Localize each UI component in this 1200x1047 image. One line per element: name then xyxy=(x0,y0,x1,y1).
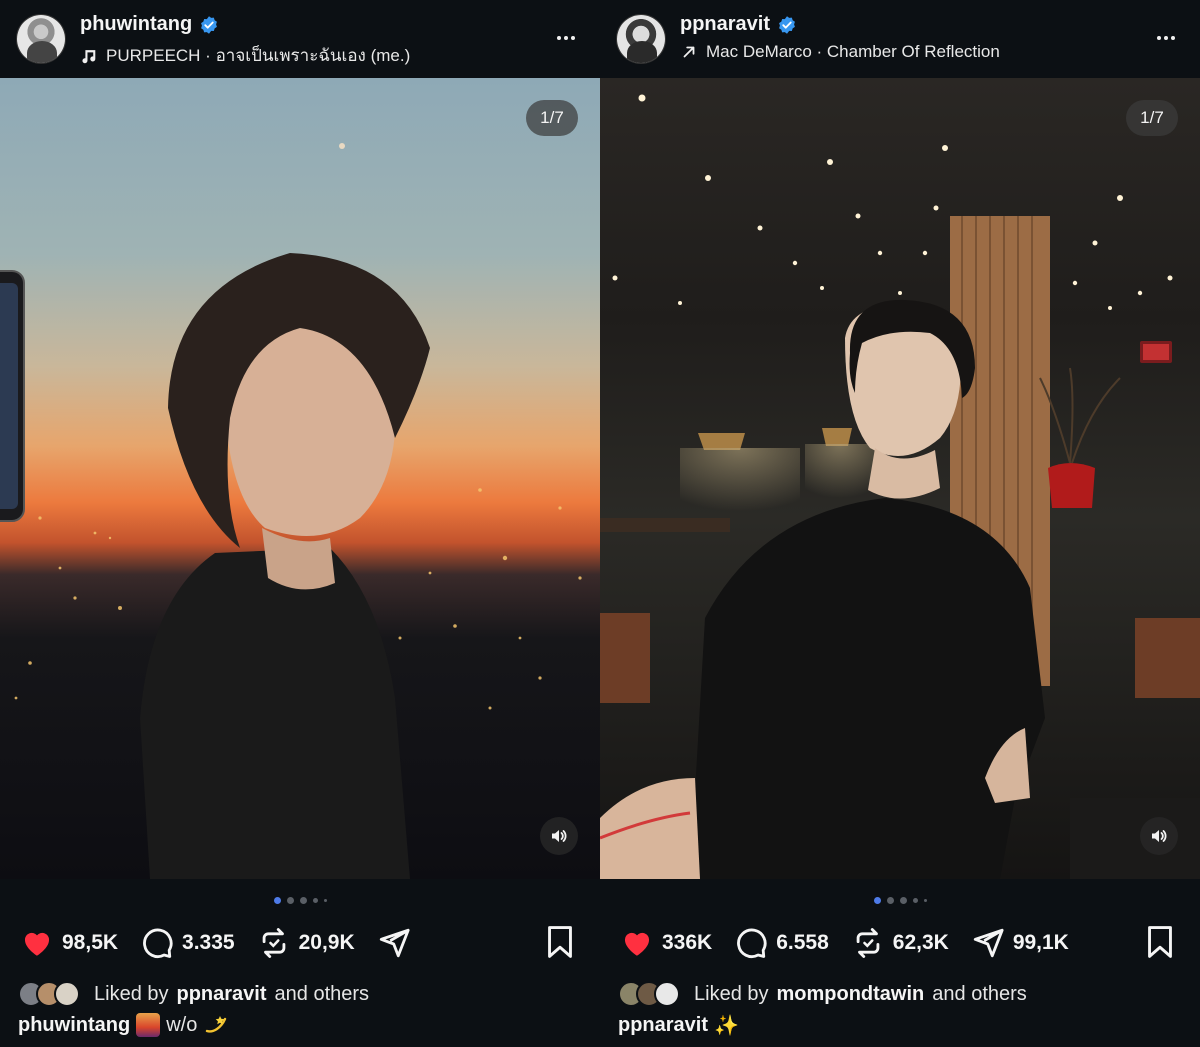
verified-badge-icon xyxy=(779,15,795,34)
like-button[interactable]: 336K xyxy=(620,926,712,960)
carousel-counter: 1/7 xyxy=(526,100,578,136)
post-phuwintang: phuwintang PURPEECH · อาจเป็นเพราะฉันเอง… xyxy=(0,0,600,1047)
like-count[interactable]: 98,5K xyxy=(62,931,118,955)
arrow-up-right-icon xyxy=(683,46,695,58)
carousel-dot xyxy=(299,897,307,904)
bookmark-icon[interactable] xyxy=(544,925,576,959)
like-button[interactable]: 98,5K xyxy=(20,926,118,960)
carousel-indicator xyxy=(600,897,1200,904)
repost-count[interactable]: 62,3K xyxy=(893,931,949,955)
audio-track[interactable]: PURPEECH · อาจเป็นเพราะฉันเอง (me.) xyxy=(80,42,410,69)
comment-button[interactable]: 6.558 xyxy=(734,926,829,960)
carousel-dot xyxy=(323,899,327,902)
repost-icon xyxy=(856,928,880,958)
liked-by[interactable]: Liked by ppnaravit and others xyxy=(18,981,369,1007)
send-icon xyxy=(379,928,410,958)
photo-sunset-portrait xyxy=(0,78,600,879)
audio-track[interactable]: Mac DeMarco · Chamber Of Reflection xyxy=(680,42,1000,62)
audio-toggle-button[interactable] xyxy=(540,817,578,855)
share-button[interactable] xyxy=(377,926,419,960)
username[interactable]: phuwintang xyxy=(80,13,192,36)
repost-count[interactable]: 20,9K xyxy=(299,931,355,955)
liker-avatars xyxy=(18,981,86,1007)
caption: ppnaravit ✨ xyxy=(618,1013,739,1038)
heart-filled-icon xyxy=(24,932,50,956)
liked-by-suffix[interactable]: and others xyxy=(275,983,370,1006)
avatar[interactable] xyxy=(616,14,666,64)
liked-by-prefix: Liked by xyxy=(694,982,769,1005)
carousel-counter: 1/7 xyxy=(1126,100,1178,136)
share-count[interactable]: 99,1K xyxy=(1013,931,1069,955)
liked-by-suffix[interactable]: and others xyxy=(932,983,1027,1006)
audio-label: PURPEECH · อาจเป็นเพราะฉันเอง (me.) xyxy=(106,46,411,65)
audio-label: Mac DeMarco · Chamber Of Reflection xyxy=(706,42,1000,61)
liked-by[interactable]: Liked by mompondtawin and others xyxy=(618,981,1027,1007)
post-photo[interactable]: 1/7 xyxy=(0,78,600,879)
dizzy-emoji-icon xyxy=(206,1016,227,1033)
action-bar: 98,5K 3.335 20,9K xyxy=(20,923,441,963)
avatar xyxy=(654,981,680,1007)
carousel-dot xyxy=(899,897,907,904)
carousel-dot xyxy=(273,897,281,904)
carousel-indicator xyxy=(0,897,600,904)
username-row: phuwintang xyxy=(80,13,219,36)
username[interactable]: ppnaravit xyxy=(680,13,770,36)
carousel-dot xyxy=(873,897,881,904)
avatar xyxy=(54,981,80,1007)
liked-by-user[interactable]: mompondtawin xyxy=(777,983,925,1006)
more-options-icon[interactable] xyxy=(552,24,580,52)
post-header: phuwintang PURPEECH · อาจเป็นเพราะฉันเอง… xyxy=(0,0,600,78)
avatar[interactable] xyxy=(16,14,66,64)
action-bar: 336K 6.558 62,3K 99,1K xyxy=(620,923,1091,963)
caption: phuwintang w/o xyxy=(18,1013,229,1037)
share-button[interactable]: 99,1K xyxy=(971,926,1069,960)
more-options-icon[interactable] xyxy=(1152,24,1180,52)
speaker-icon xyxy=(552,830,567,842)
audio-toggle-button[interactable] xyxy=(1140,817,1178,855)
liked-by-user[interactable]: ppnaravit xyxy=(177,983,267,1006)
comment-count[interactable]: 6.558 xyxy=(776,931,829,955)
sunset-emoji-icon xyxy=(136,1013,161,1037)
carousel-dot xyxy=(923,899,927,902)
send-icon xyxy=(973,928,1004,958)
comment-icon xyxy=(737,928,767,959)
post-header: ppnaravit Mac DeMarco · Chamber Of Refle… xyxy=(600,0,1200,78)
caption-username[interactable]: phuwintang xyxy=(18,1014,130,1037)
caption-text: w/o xyxy=(166,1013,198,1036)
username-row: ppnaravit xyxy=(680,13,797,36)
photo-restaurant-portrait xyxy=(600,78,1200,879)
caption-username[interactable]: ppnaravit xyxy=(618,1014,708,1037)
liked-by-prefix: Liked by xyxy=(94,982,169,1005)
comment-icon xyxy=(143,928,173,959)
speaker-icon xyxy=(1152,830,1167,842)
repost-button[interactable]: 62,3K xyxy=(851,926,949,960)
heart-filled-icon xyxy=(624,932,650,956)
repost-icon xyxy=(262,928,285,958)
like-count[interactable]: 336K xyxy=(662,931,712,955)
carousel-dot xyxy=(912,898,918,903)
post-photo[interactable]: 1/7 xyxy=(600,78,1200,879)
post-ppnaravit: ppnaravit Mac DeMarco · Chamber Of Refle… xyxy=(600,0,1200,1047)
comment-count[interactable]: 3.335 xyxy=(182,931,235,955)
comment-button[interactable]: 3.335 xyxy=(140,926,235,960)
bookmark-icon[interactable] xyxy=(1144,925,1176,959)
liker-avatars xyxy=(618,981,686,1007)
carousel-dot xyxy=(286,897,294,904)
caption-text: ✨ xyxy=(714,1015,739,1037)
music-note-icon xyxy=(82,49,96,63)
verified-badge-icon xyxy=(201,15,218,34)
carousel-dot xyxy=(886,897,894,904)
repost-button[interactable]: 20,9K xyxy=(257,926,355,960)
carousel-dot xyxy=(312,898,318,903)
